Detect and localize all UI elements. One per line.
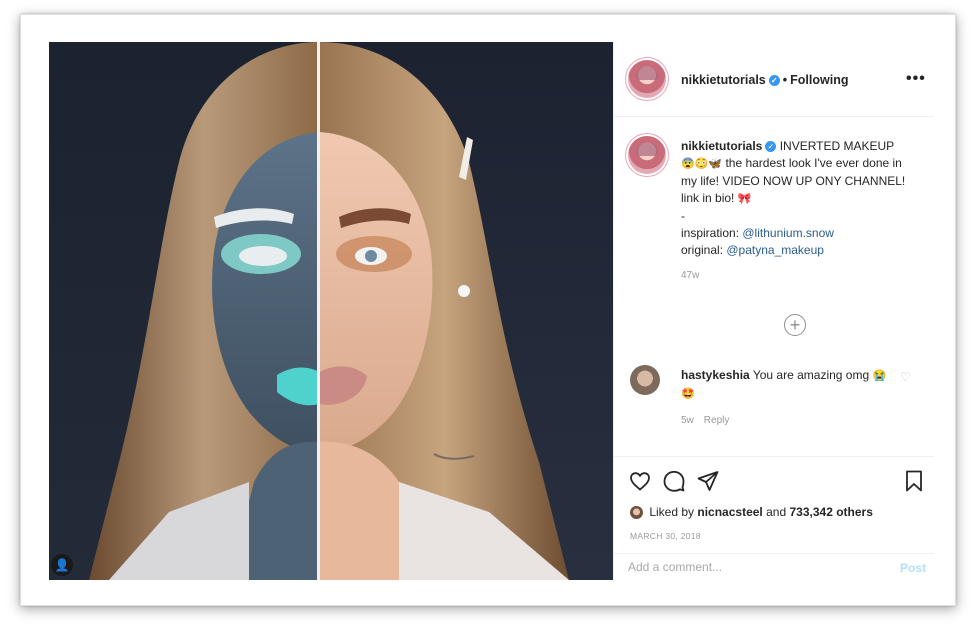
comment-icon[interactable] — [662, 469, 686, 493]
header-separator: • — [782, 73, 788, 87]
comment-item: hastykeshia You are amazing omg 😭🤩 5w Rep… — [614, 362, 934, 432]
reply-button[interactable]: Reply — [704, 415, 730, 426]
caption-username[interactable]: nikkietutorials — [681, 139, 762, 153]
post-header: nikkietutorials ✓ • Following ••• — [614, 42, 934, 117]
comment-text: hastykeshia You are amazing omg 😭🤩 5w Rep… — [681, 367, 891, 429]
add-comment-bar: Post — [614, 553, 934, 582]
caption-title: INVERTED MAKEUP — [779, 139, 895, 153]
share-icon[interactable] — [696, 469, 720, 493]
more-options-icon[interactable]: ••• — [906, 70, 926, 88]
post-actions: Liked by nicnacsteel and 733,342 others … — [614, 456, 934, 581]
original-mention-link[interactable]: @patyna_makeup — [726, 243, 824, 257]
liker-username[interactable]: nicnacsteel — [697, 505, 762, 519]
commenter-username[interactable]: hastykeshia — [681, 368, 750, 382]
caption-text: nikkietutorials ✓ INVERTED MAKEUP 😨😳🦋 the… — [681, 138, 911, 284]
load-more-comments-icon[interactable]: + — [784, 314, 806, 336]
post-image[interactable]: 👤 — [49, 42, 613, 580]
caption-timestamp[interactable]: 47w — [681, 267, 911, 284]
caption-dash: - — [681, 209, 685, 223]
commenter-avatar[interactable] — [630, 365, 660, 395]
inspiration-mention-link[interactable]: @lithunium.snow — [742, 226, 834, 240]
comment-like-heart-icon[interactable]: ♡ — [900, 370, 911, 384]
original-label: original: — [681, 243, 724, 257]
caption-author-avatar[interactable] — [628, 136, 666, 174]
comment-timestamp: 5w — [681, 415, 694, 426]
post-card: 👤 nikkietutorials ✓ • Following ••• nikkiet… — [20, 14, 956, 606]
likes-prefix: Liked by — [649, 505, 695, 519]
bookmark-icon[interactable] — [902, 469, 926, 493]
caption-verified-badge-icon: ✓ — [765, 141, 777, 153]
likes-count[interactable]: 733,342 others — [789, 505, 872, 519]
makeup-photo-illustration — [49, 42, 613, 580]
comment-meta: 5w Reply — [681, 412, 891, 429]
caption-emojis: 😨😳🦋 — [681, 158, 723, 170]
comment-message: You are amazing omg — [752, 368, 870, 382]
heart-icon[interactable] — [628, 469, 652, 493]
caption-emoji-end: 🎀 — [737, 193, 752, 205]
inspiration-label: inspiration: — [681, 226, 740, 240]
user-tag-icon[interactable]: 👤 — [51, 554, 73, 576]
author-username[interactable]: nikkietutorials — [681, 73, 766, 87]
following-button[interactable]: Following — [790, 73, 848, 87]
post-date[interactable]: MARCH 30, 2018 — [630, 531, 701, 541]
liker-avatar — [630, 506, 643, 520]
post-side-panel: nikkietutorials ✓ • Following ••• nikkietut… — [613, 42, 956, 580]
author-line: nikkietutorials ✓ • Following — [681, 73, 848, 87]
post-comment-button[interactable]: Post — [900, 561, 926, 575]
likes-summary: Liked by nicnacsteel and 733,342 others — [630, 505, 873, 520]
likes-and: and — [766, 505, 787, 519]
author-avatar[interactable] — [628, 60, 666, 98]
verified-badge-icon: ✓ — [768, 75, 780, 87]
add-comment-input[interactable] — [628, 560, 868, 574]
